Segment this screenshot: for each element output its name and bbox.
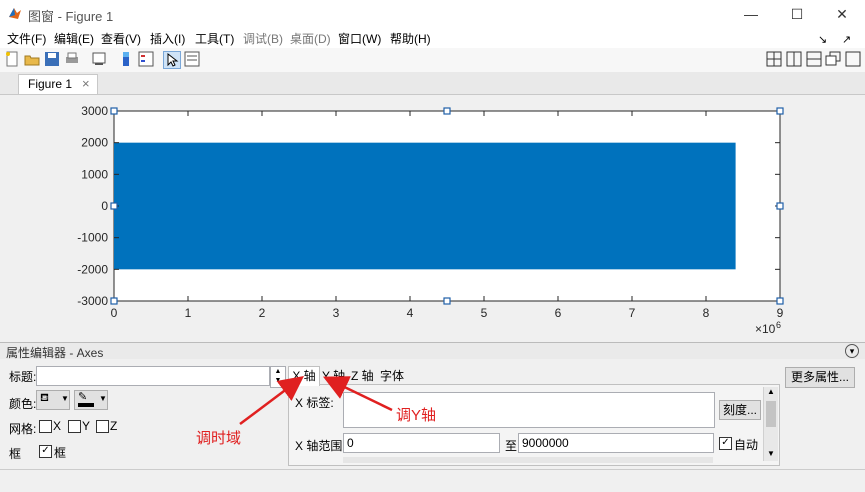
arrow-to-y-tab [322, 376, 393, 412]
status-bar [0, 469, 865, 492]
arrow-to-x-tab [239, 376, 304, 425]
annotation-arrows [239, 376, 393, 425]
